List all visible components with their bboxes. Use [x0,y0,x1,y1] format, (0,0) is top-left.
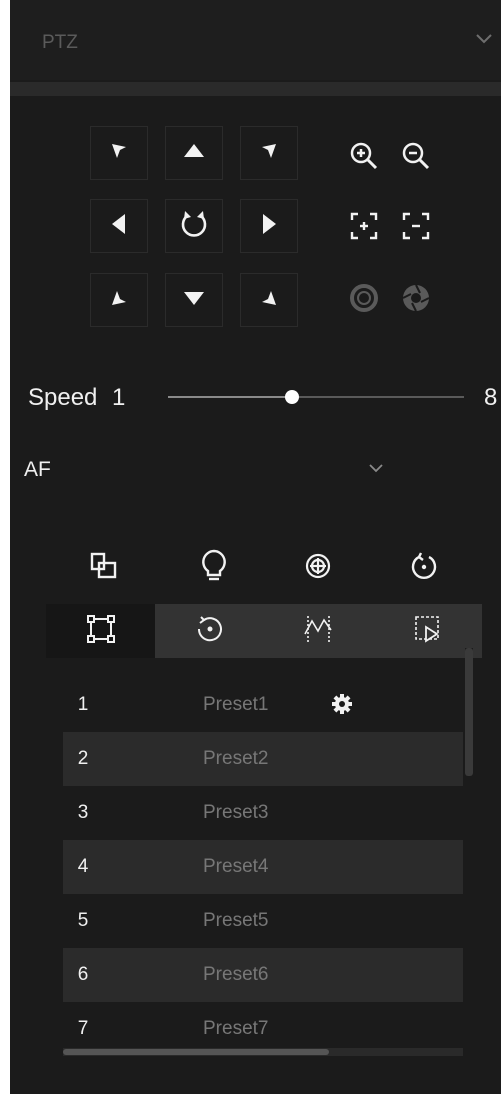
ptz-down-button[interactable] [165,273,223,327]
preset-number: 7 [77,1018,89,1039]
rotate-icon [177,207,211,246]
preset-list: 1 Preset1 2 Preset2 3 Preset3 4 Preset4 … [63,678,463,1056]
preset-number: 1 [77,694,89,715]
preset-name: Preset6 [203,964,269,985]
ptz-right-button[interactable] [240,199,298,253]
preset-name: Preset7 [203,1018,269,1039]
preset-row-4[interactable]: 4 Preset4 [63,840,463,894]
ptz-up-right-button[interactable] [240,126,298,180]
cruise-circle-icon [195,614,225,649]
tab-pattern[interactable] [264,604,373,658]
preset-list-horizontal-scrollbar[interactable] [63,1048,463,1056]
preset-name: Preset2 [203,748,269,769]
preset-number: 2 [77,748,89,769]
preset-number: 3 [77,802,89,823]
focus-near-icon[interactable] [344,206,384,246]
track-play-icon [413,614,443,649]
speed-label: Speed [28,384,98,411]
zoom-out-icon[interactable] [396,136,436,176]
preset-frame-icon [86,614,116,649]
focus-mode-select[interactable]: AF [24,448,384,488]
preset-row-3[interactable]: 3 Preset3 [63,786,463,840]
arrow-left-icon [111,213,127,240]
preset-name: Preset4 [203,856,269,877]
preset-number: 4 [77,856,89,877]
ptz-auto-pan-button[interactable] [165,199,223,253]
focus-far-icon[interactable] [396,206,436,246]
preset-number: 6 [77,964,89,985]
reset-icon[interactable] [402,544,446,588]
section-divider [10,82,501,96]
speed-value: 1 [112,384,126,411]
preset-list-vertical-scrollbar[interactable] [465,648,473,1048]
speed-slider-thumb[interactable] [285,390,300,404]
arrow-up-left-icon [109,141,129,166]
chevron-down-icon[interactable] [475,32,493,50]
focus-mode-value: AF [24,458,51,481]
preset-row-5[interactable]: 5 Preset5 [63,894,463,948]
ptz-header[interactable]: PTZ [10,0,501,80]
preset-row-2[interactable]: 2 Preset2 [63,732,463,786]
iris-close-icon[interactable] [344,278,384,318]
preset-row-6[interactable]: 6 Preset6 [63,948,463,1002]
tab-cruise[interactable] [155,604,264,658]
gear-icon[interactable] [331,693,353,720]
vertical-scrollbar-thumb[interactable] [465,648,473,776]
preset-name: Preset3 [203,802,269,823]
preset-row-1[interactable]: 1 Preset1 [63,678,463,732]
ptz-panel: PTZ Speed 1 8 AF 1 Preset1 2 Preset2 3 P… [10,0,501,1094]
ptz-down-left-button[interactable] [90,273,148,327]
zoom-in-icon[interactable] [344,136,384,176]
chevron-down-icon [368,460,384,478]
arrow-down-left-icon [109,288,129,313]
ptz-up-left-button[interactable] [90,126,148,180]
speed-slider[interactable] [168,390,464,404]
ptz-down-right-button[interactable] [240,273,298,327]
light-bulb-icon[interactable] [192,544,236,588]
ptz-up-button[interactable] [165,126,223,180]
panel-title: PTZ [42,32,78,53]
arrow-down-icon [183,290,205,311]
preset-number: 5 [77,910,89,931]
speed-max-label: 8 [484,384,498,411]
tab-preset[interactable] [46,604,155,658]
iris-open-icon[interactable] [396,278,436,318]
preset-name: Preset1 [203,694,269,715]
arrow-right-icon [261,213,277,240]
ptz-tabbar [46,604,482,658]
speed-slider-fill [168,396,293,398]
ptz-left-button[interactable] [90,199,148,253]
arrow-up-right-icon [259,141,279,166]
horizontal-scrollbar-thumb[interactable] [63,1049,329,1055]
pattern-icon [303,614,335,649]
arrow-down-right-icon [259,288,279,313]
window-icon[interactable] [82,544,126,588]
arrow-up-icon [183,143,205,164]
preset-name: Preset5 [203,910,269,931]
target-icon[interactable] [296,544,340,588]
